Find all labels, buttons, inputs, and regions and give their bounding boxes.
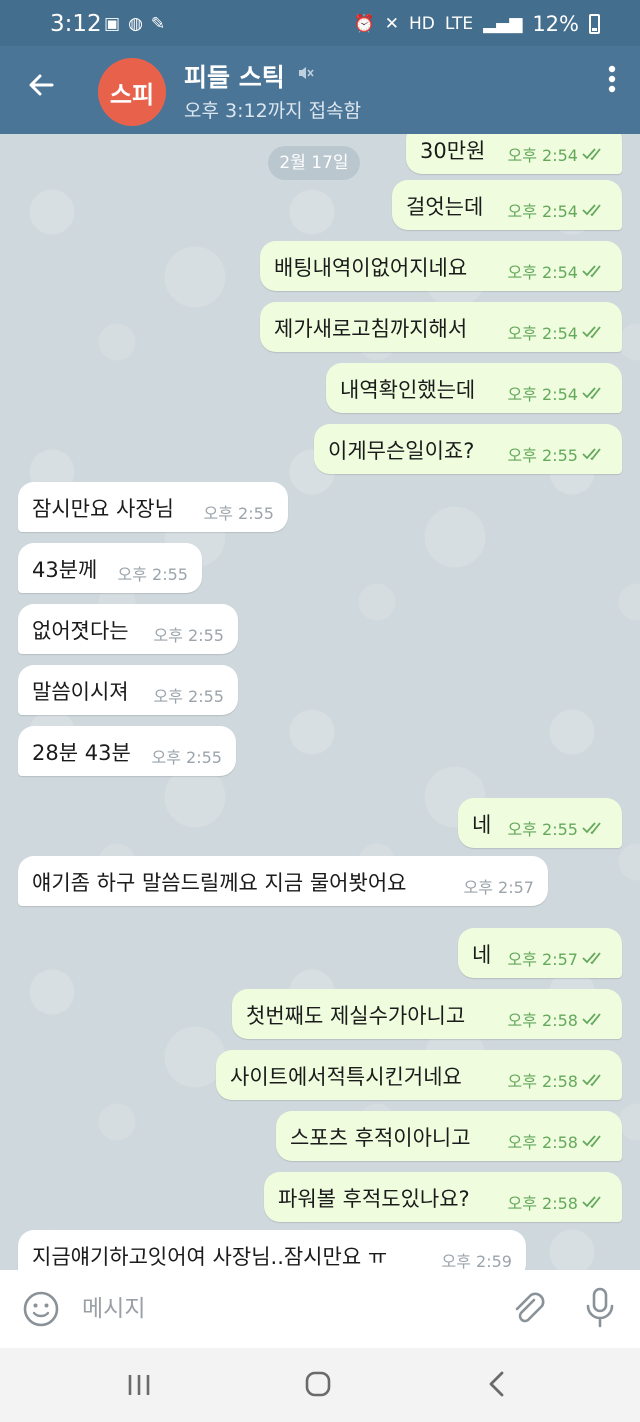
incoming-message[interactable]: 지금얘기하고잇어여 사장님..잠시만요 ㅠ 오후 2:59 <box>18 1230 526 1270</box>
battery-icon <box>589 14 600 34</box>
message-time: 오후 2:59 <box>441 1252 512 1270</box>
outgoing-message[interactable]: 걸엇는데 오후 2:54 <box>392 180 622 230</box>
gallery-icon: ▣ <box>104 14 121 34</box>
avatar[interactable]: 스피 <box>98 58 166 126</box>
message-time: 오후 2:58 <box>507 1072 578 1091</box>
incoming-message[interactable]: 얘기좀 하구 말씀드릴께요 지금 물어봣어요 오후 2:57 <box>18 856 548 906</box>
alarm-icon: ⏰ <box>353 14 375 34</box>
status-time: 3:12 <box>50 11 102 37</box>
read-double-check-icon <box>582 147 608 161</box>
mute-icon: ✕ <box>384 14 399 34</box>
incoming-message[interactable]: 없어졋다는 오후 2:55 <box>18 604 238 654</box>
message-time: 오후 2:58 <box>507 1194 578 1213</box>
emoji-icon[interactable] <box>22 1290 60 1328</box>
message-time: 오후 2:55 <box>117 565 188 584</box>
outgoing-message[interactable]: 30만원 오후 2:54 <box>406 134 622 174</box>
outgoing-message[interactable]: 네 오후 2:57 <box>458 928 622 978</box>
incoming-message[interactable]: 28분 43분 오후 2:55 <box>18 726 236 776</box>
message-time: 오후 2:55 <box>507 820 578 839</box>
recent-apps-icon[interactable] <box>126 1372 152 1398</box>
back-nav-icon[interactable] <box>486 1370 508 1398</box>
message-time: 오후 2:55 <box>151 748 222 767</box>
status-bar: 3:12 ▣ ◍ ✎ ⏰ ✕ HD LTE ▂▄▆ 12% <box>0 0 640 46</box>
message-list[interactable]: 2월 17일 30만원 오후 2:54 걸엇는데 오후 2:54 배팅내역이없어… <box>0 134 640 1270</box>
outgoing-message[interactable]: 제가새로고침까지해서 오후 2:54 <box>260 302 622 352</box>
read-double-check-icon <box>582 203 608 217</box>
outgoing-message[interactable]: 내역확인했는데 오후 2:54 <box>326 363 622 413</box>
chat-header: 스피 피들 스틱 오후 3:12까지 접속함 <box>0 46 640 134</box>
message-time: 오후 2:55 <box>507 446 578 465</box>
read-double-check-icon <box>582 1195 608 1209</box>
message-time: 오후 2:57 <box>507 950 578 969</box>
avatar-initials: 스피 <box>109 80 155 109</box>
message-time: 오후 2:55 <box>203 504 274 523</box>
incoming-message[interactable]: 말씀이시져 오후 2:55 <box>18 665 238 715</box>
incoming-message[interactable]: 잠시만요 사장님 오후 2:55 <box>18 482 288 532</box>
chat-title[interactable]: 피들 스틱 <box>184 58 285 94</box>
read-double-check-icon <box>582 821 608 835</box>
wrench-icon: ✎ <box>150 14 166 34</box>
outgoing-message[interactable]: 파워볼 후적도있나요? 오후 2:58 <box>264 1172 622 1222</box>
hd-voice-icon: HD <box>408 14 435 34</box>
battery-percent: 12% <box>532 12 579 36</box>
muted-speaker-icon <box>297 64 315 86</box>
message-time: 오후 2:54 <box>507 263 578 282</box>
signal-icon: ▂▄▆ <box>483 14 523 34</box>
message-input[interactable] <box>82 1288 482 1330</box>
message-time: 오후 2:54 <box>507 385 578 404</box>
more-options-icon[interactable] <box>608 64 616 100</box>
message-time: 오후 2:57 <box>463 878 534 897</box>
network-type: LTE <box>444 14 474 34</box>
message-time: 오후 2:55 <box>153 626 224 645</box>
last-seen-status: 오후 3:12까지 접속함 <box>184 100 362 122</box>
read-double-check-icon <box>582 325 608 339</box>
message-time: 오후 2:54 <box>507 324 578 343</box>
message-time: 오후 2:58 <box>507 1133 578 1152</box>
message-time: 오후 2:54 <box>507 146 578 165</box>
date-separator: 2월 17일 <box>268 146 360 180</box>
read-double-check-icon <box>582 1012 608 1026</box>
read-double-check-icon <box>582 951 608 965</box>
outgoing-message[interactable]: 사이트에서적특시킨거네요 오후 2:58 <box>216 1050 622 1100</box>
message-time: 오후 2:54 <box>507 202 578 221</box>
outgoing-message[interactable]: 첫번째도 제실수가아니고 오후 2:58 <box>232 989 622 1039</box>
read-double-check-icon <box>582 1134 608 1148</box>
message-time: 오후 2:55 <box>153 687 224 706</box>
outgoing-message[interactable]: 스포츠 후적이아니고 오후 2:58 <box>276 1111 622 1161</box>
read-double-check-icon <box>582 1073 608 1087</box>
message-composer <box>0 1270 640 1348</box>
system-navigation-bar <box>0 1348 640 1422</box>
outgoing-message[interactable]: 배팅내역이없어지네요 오후 2:54 <box>260 241 622 291</box>
back-arrow-icon[interactable] <box>26 70 56 106</box>
talk-icon: ◍ <box>128 14 143 34</box>
message-time: 오후 2:58 <box>507 1011 578 1030</box>
outgoing-message[interactable]: 이게무슨일이죠? 오후 2:55 <box>314 424 622 474</box>
read-double-check-icon <box>582 447 608 461</box>
attach-paperclip-icon[interactable] <box>510 1290 546 1330</box>
microphone-icon[interactable] <box>584 1286 616 1330</box>
home-icon[interactable] <box>304 1370 332 1398</box>
incoming-message[interactable]: 43분께 오후 2:55 <box>18 543 202 593</box>
read-double-check-icon <box>582 264 608 278</box>
read-double-check-icon <box>582 386 608 400</box>
outgoing-message[interactable]: 네 오후 2:55 <box>458 798 622 848</box>
